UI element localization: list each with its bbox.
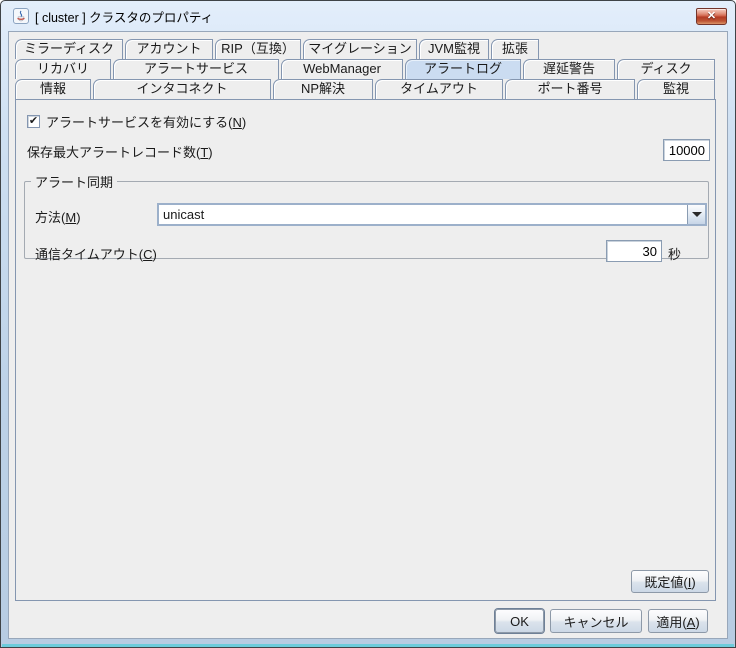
max-alert-records-input[interactable] xyxy=(663,139,710,161)
window-title: [ cluster ] クラスタのプロパティ xyxy=(35,7,213,26)
checkbox-check-icon: ✔ xyxy=(29,116,38,127)
label-text: 通信タイムアウト( xyxy=(35,247,143,262)
tab-disk[interactable]: ディスク xyxy=(617,59,715,79)
tab-port-number[interactable]: ポート番号 xyxy=(505,79,635,99)
cancel-button[interactable]: キャンセル xyxy=(550,609,642,633)
tab-rip-compat[interactable]: RIP（互換） xyxy=(215,39,301,59)
tab-jvm-monitor[interactable]: JVM監視 xyxy=(419,39,489,59)
tab-alert-log[interactable]: アラートログ xyxy=(405,59,521,79)
method-label: 方法(M) xyxy=(35,207,81,226)
combo-dropdown-button[interactable] xyxy=(687,205,705,224)
titlebar[interactable]: [ cluster ] クラスタのプロパティ ✕ xyxy=(1,1,735,31)
java-app-icon xyxy=(13,8,29,24)
mnemonic: M xyxy=(65,210,76,225)
tab-monitor[interactable]: 監視 xyxy=(637,79,715,99)
label-text: ) xyxy=(242,115,246,130)
apply-button[interactable]: 適用(A) xyxy=(648,609,708,633)
label-text: 適用( xyxy=(656,615,686,630)
method-combobox[interactable]: unicast xyxy=(157,203,707,226)
tab-alert-service[interactable]: アラートサービス xyxy=(113,59,279,79)
close-icon: ✕ xyxy=(707,10,716,22)
alert-sync-groupbox: アラート同期 方法(M) unicast 通信タイムアウト(C) 秒 xyxy=(24,172,709,259)
tab-row-3: 情報 インタコネクト NP解決 タイムアウト ポート番号 監視 xyxy=(15,79,721,99)
comm-timeout-label: 通信タイムアウト(C) xyxy=(35,244,157,263)
alert-sync-group-title: アラート同期 xyxy=(31,172,117,191)
alert-log-tab-panel: ✔ アラートサービスを有効にする(N) 保存最大アラートレコード数(T) アラー… xyxy=(15,99,716,601)
tab-delay-warning[interactable]: 遅延警告 xyxy=(523,59,615,79)
tab-row-1: ミラーディスク アカウント RIP（互換） マイグレーション JVM監視 拡張 xyxy=(15,39,721,59)
close-button[interactable]: ✕ xyxy=(696,8,727,25)
max-alert-records-label: 保存最大アラートレコード数(T) xyxy=(27,142,213,161)
enable-alert-service-label: アラートサービスを有効にする(N) xyxy=(46,112,246,131)
ok-button[interactable]: OK xyxy=(495,609,544,633)
label-text: ) xyxy=(76,210,80,225)
properties-dialog: [ cluster ] クラスタのプロパティ ✕ ミラーディスク アカウント R… xyxy=(0,0,736,648)
label-text: ) xyxy=(691,575,695,590)
mnemonic: N xyxy=(232,115,241,130)
label-text: 方法( xyxy=(35,210,65,225)
label-text: 既定値( xyxy=(644,575,687,590)
label-text: ) xyxy=(152,247,156,262)
dialog-client-area: ミラーディスク アカウント RIP（互換） マイグレーション JVM監視 拡張 … xyxy=(8,31,728,639)
tab-mirror-disk[interactable]: ミラーディスク xyxy=(15,39,123,59)
tab-migration[interactable]: マイグレーション xyxy=(303,39,417,59)
tab-timeout[interactable]: タイムアウト xyxy=(375,79,503,99)
enable-alert-service-row: ✔ アラートサービスを有効にする(N) xyxy=(27,112,246,131)
tab-webmanager[interactable]: WebManager xyxy=(281,59,403,79)
label-text: アラートサービスを有効にする( xyxy=(46,115,232,130)
tab-extension[interactable]: 拡張 xyxy=(491,39,539,59)
method-combobox-value: unicast xyxy=(159,205,687,224)
chevron-down-icon xyxy=(692,212,702,217)
tab-info[interactable]: 情報 xyxy=(15,79,91,99)
label-text: 保存最大アラートレコード数( xyxy=(27,145,200,160)
tab-interconnect[interactable]: インタコネクト xyxy=(93,79,271,99)
label-text: ) xyxy=(208,145,212,160)
tab-recovery[interactable]: リカバリ xyxy=(15,59,111,79)
enable-alert-service-checkbox[interactable]: ✔ xyxy=(27,115,40,128)
seconds-unit-label: 秒 xyxy=(668,244,681,263)
tab-account[interactable]: アカウント xyxy=(125,39,213,59)
default-value-button[interactable]: 既定値(I) xyxy=(631,570,709,593)
tab-row-2: リカバリ アラートサービス WebManager アラートログ 遅延警告 ディス… xyxy=(15,59,721,79)
comm-timeout-input[interactable] xyxy=(606,240,662,262)
tab-strip: ミラーディスク アカウント RIP（互換） マイグレーション JVM監視 拡張 … xyxy=(15,39,721,99)
label-text: ) xyxy=(695,615,699,630)
tab-np-resolution[interactable]: NP解決 xyxy=(273,79,373,99)
